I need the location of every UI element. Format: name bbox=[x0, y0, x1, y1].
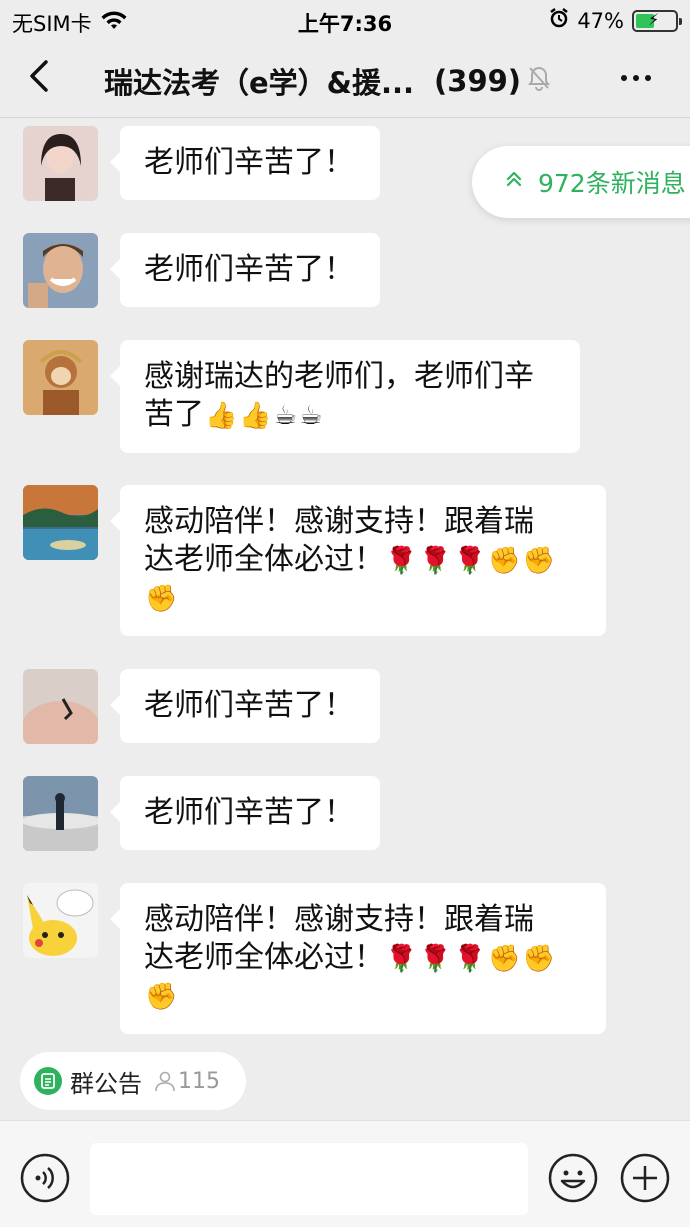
new-messages-button[interactable]: 972条新消息 bbox=[472, 146, 690, 218]
more-dots-icon bbox=[621, 75, 627, 81]
message-text: 老师们辛苦了！ bbox=[144, 795, 354, 830]
message-text-line: 感动陪伴！感谢支持！跟着瑞 bbox=[144, 902, 534, 937]
message-bubble[interactable]: 感动陪伴！感谢支持！跟着瑞 达老师全体必过！🌹🌹🌹✊✊ ✊ bbox=[110, 485, 606, 636]
new-messages-label: 972条新消息 bbox=[538, 169, 686, 198]
status-right: 47% ⚡ bbox=[549, 8, 682, 33]
announcement-label: 群公告 bbox=[70, 1069, 142, 1098]
message-bubble[interactable]: 老师们辛苦了！ bbox=[110, 669, 380, 743]
fist-icon: ✊ bbox=[522, 943, 555, 974]
status-bar: 无SIM卡 上午7:36 47% ⚡ bbox=[0, 0, 690, 40]
back-button[interactable] bbox=[18, 54, 62, 98]
message-text-line: 苦了👍👍☕☕ bbox=[144, 396, 556, 435]
alarm-icon bbox=[549, 8, 569, 33]
emoji-button[interactable] bbox=[548, 1153, 598, 1203]
group-name: 瑞达法考（e学）&援... bbox=[104, 66, 415, 100]
group-announcement-button[interactable]: 群公告 115 bbox=[20, 1052, 246, 1110]
rose-icon: 🌹 bbox=[453, 943, 487, 974]
smiley-icon bbox=[548, 1153, 598, 1203]
more-dot bbox=[645, 75, 651, 81]
message-bubble[interactable]: 感谢瑞达的老师们，老师们辛 苦了👍👍☕☕ bbox=[110, 340, 580, 453]
avatar[interactable] bbox=[23, 485, 98, 560]
more-dot bbox=[633, 75, 639, 81]
message-text: 苦了 bbox=[144, 397, 204, 432]
avatar[interactable] bbox=[23, 126, 98, 201]
message-text-line: ✊ bbox=[144, 978, 582, 1017]
message-text-line: ✊ bbox=[144, 580, 582, 619]
message-bubble[interactable]: 老师们辛苦了！ bbox=[110, 126, 380, 200]
message-text-line: 感动陪伴！感谢支持！跟着瑞 bbox=[144, 504, 534, 539]
avatar[interactable] bbox=[23, 776, 98, 851]
battery-icon: ⚡ bbox=[632, 9, 682, 32]
message-text-line: 感谢瑞达的老师们，老师们辛 bbox=[144, 359, 534, 394]
avatar[interactable] bbox=[23, 233, 98, 308]
rose-icon: 🌹 bbox=[419, 545, 452, 576]
fist-icon: ✊ bbox=[488, 943, 521, 974]
document-icon bbox=[34, 1067, 62, 1095]
more-options-button[interactable] bbox=[620, 1153, 670, 1203]
message-text: 老师们辛苦了！ bbox=[144, 252, 354, 287]
avatar[interactable] bbox=[23, 669, 98, 744]
rose-icon: 🌹 bbox=[419, 943, 452, 974]
double-chevron-up-icon bbox=[504, 169, 524, 195]
message-text-line: 达老师全体必过！🌹🌹🌹✊✊ bbox=[144, 939, 582, 978]
bell-off-icon bbox=[527, 64, 551, 98]
member-count: 115 bbox=[154, 1069, 220, 1094]
message-text: 达老师全体必过！ bbox=[144, 940, 384, 975]
chat-area[interactable]: 老师们辛苦了！ 老师们辛苦了！ 感谢瑞达的老师们，老师们辛 苦了👍👍☕☕ 感动陪… bbox=[0, 118, 690, 1038]
battery-percent: 47% bbox=[577, 8, 624, 33]
message-text: 老师们辛苦了！ bbox=[144, 145, 354, 180]
charging-bolt-icon: ⚡ bbox=[648, 9, 660, 29]
chevron-left-icon bbox=[30, 60, 48, 92]
fist-icon: ✊ bbox=[145, 982, 178, 1012]
voice-button[interactable] bbox=[20, 1153, 70, 1203]
fist-icon: ✊ bbox=[488, 545, 521, 576]
message-input[interactable] bbox=[90, 1143, 528, 1215]
coffee-icon: ☕ bbox=[273, 400, 298, 431]
avatar[interactable] bbox=[23, 340, 98, 415]
plus-circle-icon bbox=[620, 1153, 670, 1203]
avatar[interactable] bbox=[23, 883, 98, 958]
coffee-icon: ☕ bbox=[299, 400, 323, 431]
thumbs-up-icon: 👍 bbox=[239, 400, 272, 431]
group-member-count: (399) bbox=[434, 64, 522, 98]
message-bubble[interactable]: 感动陪伴！感谢支持！跟着瑞 达老师全体必过！🌹🌹🌹✊✊ ✊ bbox=[110, 883, 606, 1034]
chat-title: 瑞达法考（e学）&援... (399) bbox=[104, 60, 551, 102]
rose-icon: 🌹 bbox=[453, 545, 487, 576]
person-icon bbox=[155, 1071, 175, 1092]
input-bar bbox=[0, 1120, 690, 1227]
more-button[interactable] bbox=[614, 56, 658, 100]
message-text: 老师们辛苦了！ bbox=[144, 688, 354, 723]
message-text: 达老师全体必过！ bbox=[144, 542, 384, 577]
message-bubble[interactable]: 老师们辛苦了！ bbox=[110, 233, 380, 307]
voice-icon bbox=[20, 1153, 70, 1203]
rose-icon: 🌹 bbox=[385, 943, 418, 974]
fist-icon: ✊ bbox=[522, 545, 555, 576]
message-bubble[interactable]: 老师们辛苦了！ bbox=[110, 776, 380, 850]
rose-icon: 🌹 bbox=[385, 545, 418, 576]
nav-bar: 瑞达法考（e学）&援... (399) bbox=[0, 40, 690, 118]
member-count-text: 115 bbox=[178, 1068, 220, 1094]
thumbs-up-icon: 👍 bbox=[205, 400, 238, 431]
message-text-line: 达老师全体必过！🌹🌹🌹✊✊ bbox=[144, 541, 582, 580]
fist-icon: ✊ bbox=[145, 584, 178, 614]
